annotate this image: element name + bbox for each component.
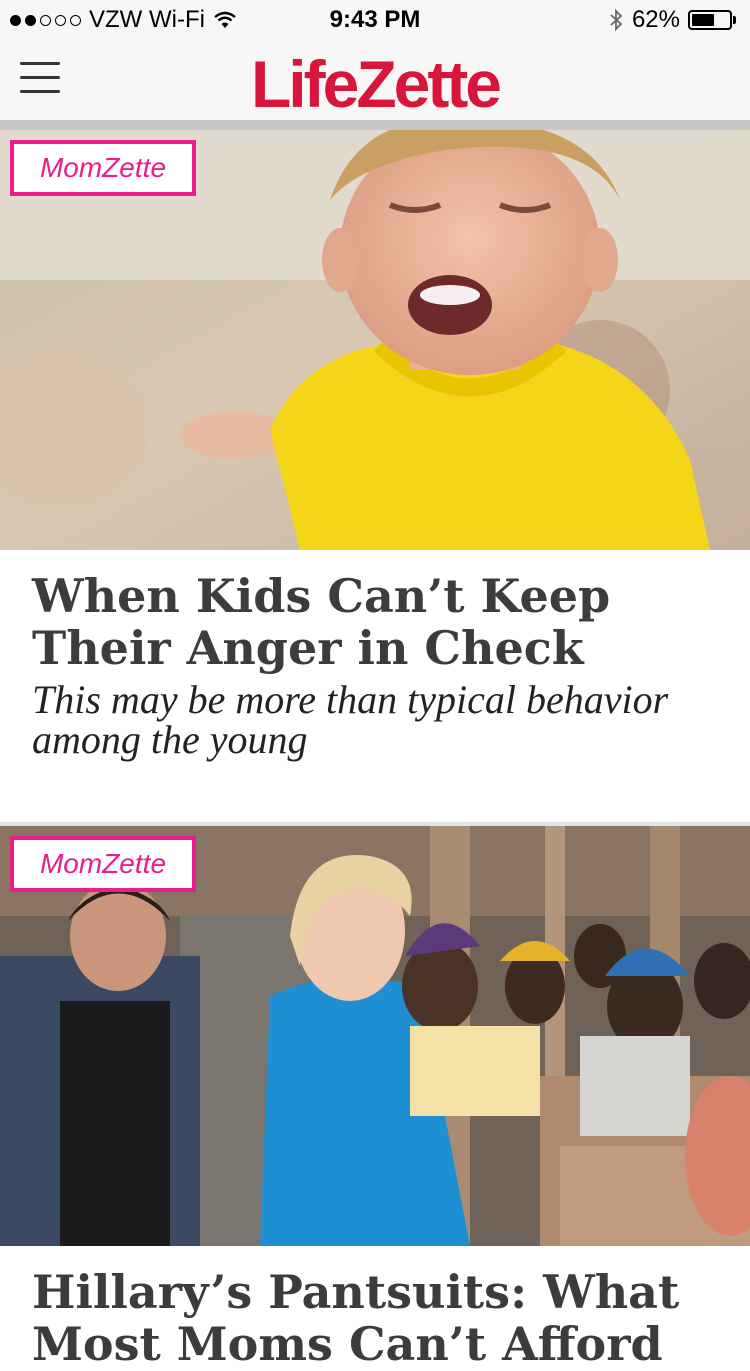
- article-image[interactable]: MomZette: [0, 130, 750, 550]
- status-right: 62%: [608, 6, 736, 34]
- article-headline[interactable]: When Kids Can’t Keep Their Anger in Chec…: [32, 570, 722, 674]
- article-headline[interactable]: Hillary’s Pantsuits: What Most Moms Can’…: [32, 1266, 722, 1370]
- status-bar: VZW Wi-Fi 9:43 PM 62%: [0, 0, 750, 40]
- battery-percent: 62%: [631, 6, 680, 33]
- category-tag[interactable]: MomZette: [10, 836, 196, 892]
- battery-level: [692, 14, 714, 26]
- battery-cap: [733, 16, 736, 24]
- article-subtitle: This may be more than typical behavior a…: [32, 677, 669, 762]
- bluetooth-icon: [610, 8, 623, 32]
- article-image[interactable]: MomZette: [0, 826, 750, 1246]
- article-card[interactable]: MomZette When Kids Can’t Keep Their Ange…: [0, 130, 750, 810]
- nav-bar: LifeZette: [0, 40, 750, 122]
- site-logo[interactable]: LifeZette: [0, 46, 750, 122]
- battery-icon: [688, 10, 732, 30]
- nav-divider: [0, 120, 750, 130]
- category-tag[interactable]: MomZette: [10, 140, 196, 196]
- article-card[interactable]: MomZette Hillary’s Pantsuits: What Most …: [0, 826, 750, 1370]
